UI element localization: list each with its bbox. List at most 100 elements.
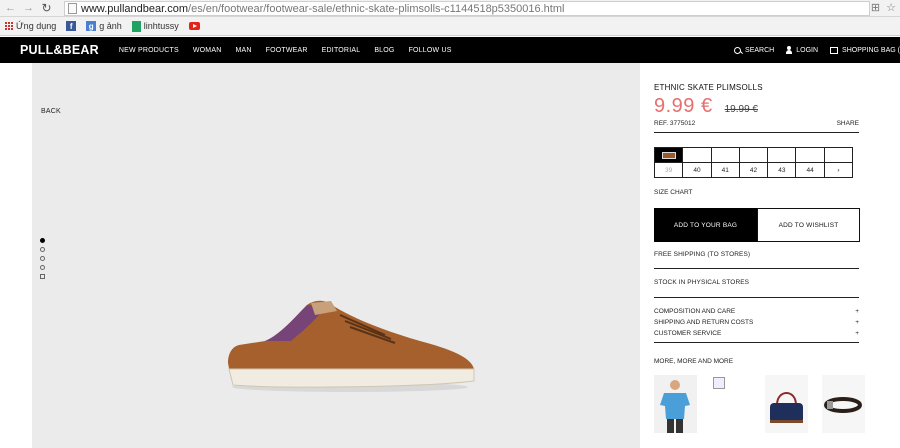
back-arrow-icon[interactable]: ←: [3, 1, 18, 16]
menu-item-follow-us[interactable]: FOLLOW US: [409, 47, 452, 54]
main-menu: NEW PRODUCTS WOMAN MAN FOOTWEAR EDITORIA…: [119, 47, 452, 54]
product-title: ETHNIC SKATE PLIMSOLLS: [654, 83, 763, 92]
gallery-dot[interactable]: [40, 274, 45, 279]
empty-cell: [823, 147, 854, 163]
plus-icon: +: [855, 330, 859, 337]
size-next-arrow-icon[interactable]: ›: [823, 162, 854, 178]
gallery-dot[interactable]: [40, 265, 45, 270]
empty-cell: [795, 147, 825, 163]
login-link[interactable]: LOGIN: [786, 46, 818, 54]
related-products: [654, 375, 865, 433]
add-to-wishlist-button[interactable]: ADD TO WISHLIST: [757, 208, 860, 242]
bookmark-apps[interactable]: Ứng dụng: [4, 21, 56, 31]
accordion-label: COMPOSITION AND CARE: [654, 308, 736, 315]
bookmarks-bar: Ứng dụng f g g ảnh linhtussy: [0, 17, 900, 36]
size-option-42[interactable]: 42: [738, 162, 769, 178]
menu-item-new-products[interactable]: NEW PRODUCTS: [119, 47, 179, 54]
related-products-title: MORE, MORE AND MORE: [654, 358, 734, 365]
forward-arrow-icon[interactable]: →: [21, 1, 36, 16]
size-option-41[interactable]: 41: [710, 162, 740, 178]
site-header: PULL&BEAR NEW PRODUCTS WOMAN MAN FOOTWEA…: [0, 37, 900, 63]
apps-grid-icon: [4, 22, 13, 31]
accordion-label: SHIPPING AND RETURN COSTS: [654, 319, 754, 326]
stock-in-stores-link[interactable]: STOCK IN PHYSICAL STORES: [654, 279, 859, 286]
menu-item-editorial[interactable]: EDITORIAL: [322, 47, 361, 54]
product-image-shoe: [228, 300, 475, 392]
price-row: 9.99 € 19.99 €: [654, 95, 758, 118]
gallery-dot[interactable]: [40, 238, 45, 243]
empty-cell: [738, 147, 769, 163]
plus-icon: +: [855, 308, 859, 315]
translate-icon[interactable]: ⊞: [871, 1, 880, 14]
related-product-bag[interactable]: [765, 375, 808, 433]
size-selector: 39 40 41 42 43 44 ›: [654, 162, 854, 178]
size-option-43[interactable]: 43: [767, 162, 797, 178]
divider: [654, 268, 859, 269]
url-host: www.pullandbear.com: [81, 2, 189, 15]
bookmark-label: Ứng dụng: [16, 21, 57, 31]
sheets-icon: [131, 20, 141, 32]
product-ref: REF. 3775012: [654, 120, 696, 127]
empty-cell: [767, 147, 797, 163]
menu-item-woman[interactable]: WOMAN: [193, 47, 222, 54]
shopping-bag-link[interactable]: SHOPPING BAG (: [830, 46, 900, 54]
color-swatch-brown[interactable]: [654, 147, 684, 163]
gallery-dot[interactable]: [40, 256, 45, 261]
user-icon: [786, 46, 793, 54]
size-option-44[interactable]: 44: [795, 162, 825, 178]
menu-item-blog[interactable]: BLOG: [374, 47, 394, 54]
empty-cell: [682, 147, 712, 163]
search-label: SEARCH: [745, 46, 775, 54]
gallery-dot[interactable]: [40, 247, 45, 252]
bookmark-facebook[interactable]: f: [66, 21, 77, 31]
add-to-bag-button[interactable]: ADD TO YOUR BAG: [654, 208, 757, 242]
bookmark-google-images[interactable]: g g ảnh: [86, 21, 122, 31]
browser-toolbar: ← → ↻ www.pullandbear.com/es/en/footwear…: [0, 0, 900, 17]
duffel-bag-image: [765, 375, 808, 433]
divider: [654, 297, 859, 298]
accordion-shipping[interactable]: SHIPPING AND RETURN COSTS +: [654, 319, 859, 326]
menu-item-man[interactable]: MAN: [235, 47, 251, 54]
accordion-customer-service[interactable]: CUSTOMER SERVICE +: [654, 330, 859, 337]
search-link[interactable]: SEARCH: [734, 46, 775, 54]
bookmark-linhtussy[interactable]: linhtussy: [131, 20, 179, 32]
search-icon: [734, 46, 742, 54]
belt-image: [822, 375, 865, 433]
size-option-40[interactable]: 40: [682, 162, 712, 178]
divider: [654, 342, 859, 343]
bag-label: SHOPPING BAG (: [842, 46, 900, 54]
login-label: LOGIN: [796, 46, 819, 54]
site-logo[interactable]: PULL&BEAR: [20, 43, 99, 57]
action-buttons: ADD TO YOUR BAG ADD TO WISHLIST: [654, 208, 860, 242]
tshirt-model-image: [654, 375, 697, 433]
share-link[interactable]: SHARE: [837, 120, 859, 127]
broken-image-icon: [713, 377, 725, 389]
reference-row: REF. 3775012 SHARE: [654, 120, 859, 133]
url-path: /es/en/footwear/footwear-sale/ethnic-ska…: [188, 2, 565, 15]
shoe-upper: [228, 300, 474, 380]
bookmark-youtube[interactable]: [188, 22, 200, 30]
original-price: 19.99 €: [724, 104, 758, 115]
google-icon: g: [86, 21, 97, 31]
reload-icon[interactable]: ↻: [39, 1, 54, 16]
color-selector: [654, 147, 854, 163]
free-shipping-link[interactable]: FREE SHIPPING (TO STORES): [654, 251, 859, 258]
gallery-pagination: [40, 238, 45, 279]
sale-price: 9.99 €: [654, 95, 713, 117]
accordion-composition[interactable]: COMPOSITION AND CARE +: [654, 308, 859, 315]
size-chart-link[interactable]: SIZE CHART: [654, 189, 693, 196]
related-product-image-missing[interactable]: [711, 375, 751, 433]
empty-cell: [710, 147, 740, 163]
related-product-belt[interactable]: [822, 375, 865, 433]
bookmark-label: g ảnh: [99, 21, 122, 31]
back-link[interactable]: BACK: [41, 108, 61, 115]
size-option-39[interactable]: 39: [654, 162, 684, 178]
color-chip: [661, 151, 676, 159]
star-icon[interactable]: ☆: [886, 1, 896, 14]
related-product-tshirt[interactable]: [654, 375, 697, 433]
menu-item-footwear[interactable]: FOOTWEAR: [266, 47, 308, 54]
bag-icon: [830, 46, 839, 54]
address-bar[interactable]: www.pullandbear.com/es/en/footwear/footw…: [64, 1, 870, 16]
bookmark-label: linhtussy: [143, 21, 179, 31]
shoe-sole: [228, 368, 475, 388]
